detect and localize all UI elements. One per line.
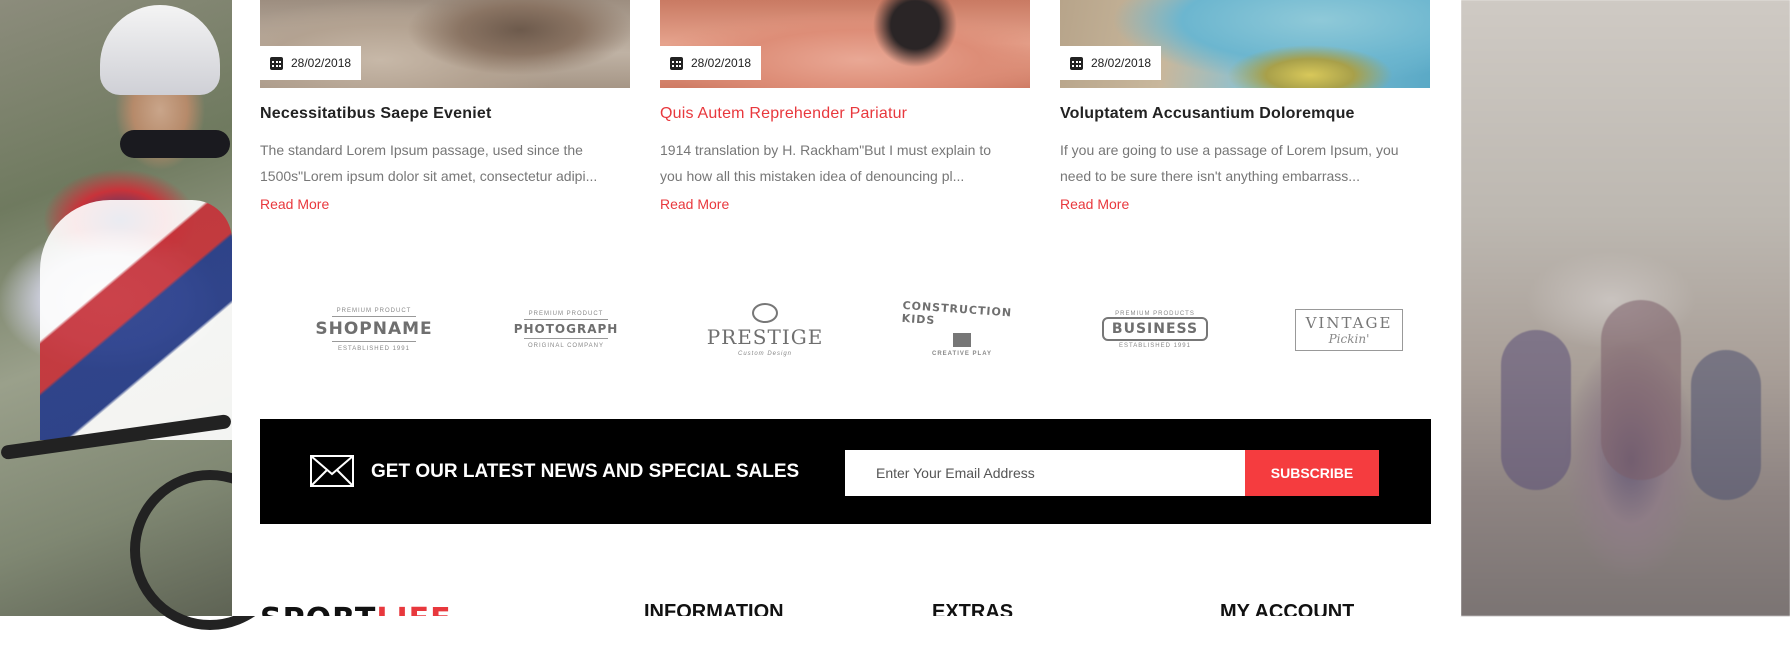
post-excerpt: The standard Lorem Ipsum passage, used s… bbox=[260, 142, 598, 184]
post-date-badge: 28/02/2018 bbox=[260, 46, 362, 80]
post-date: 28/02/2018 bbox=[291, 56, 352, 70]
footer-heading-my-account: MY ACCOUNT bbox=[1220, 601, 1355, 616]
newsletter-section: GET OUR LATEST NEWS AND SPECIAL SALES SU… bbox=[260, 419, 1431, 524]
subscribe-button[interactable]: SUBSCRIBE bbox=[1245, 450, 1379, 496]
post-title[interactable]: Quis Autem Reprehender Pariatur bbox=[660, 105, 907, 123]
content-panel: 28/02/2018 Necessitatibus Saepe Eveniet … bbox=[232, 0, 1461, 616]
box-icon bbox=[953, 333, 971, 347]
brand-logo-construction-kids[interactable]: CONSTRUCTION KIDS CREATIVE PLAY bbox=[901, 290, 1022, 370]
blog-card-image[interactable]: 28/02/2018 bbox=[660, 0, 1030, 88]
brand-logo-photograph[interactable]: PREMIUM PRODUCT PHOTOGRAPH ORIGINAL COMP… bbox=[514, 290, 618, 370]
blog-card: 28/02/2018 Quis Autem Reprehender Pariat… bbox=[660, 0, 1030, 212]
background-photo-right bbox=[1461, 0, 1790, 616]
brand-logo-shopname[interactable]: PREMIUM PRODUCT SHOPNAME ESTABLISHED 199… bbox=[315, 290, 431, 370]
background-photo-left bbox=[0, 0, 290, 630]
post-title[interactable]: Necessitatibus Saepe Eveniet bbox=[260, 105, 491, 123]
post-date-badge: 28/02/2018 bbox=[1060, 46, 1162, 80]
post-date: 28/02/2018 bbox=[691, 56, 752, 70]
crown-icon bbox=[752, 303, 778, 323]
read-more-link[interactable]: Read More bbox=[660, 196, 729, 212]
post-excerpt: 1914 translation by H. Rackham"But I mus… bbox=[660, 142, 992, 184]
calendar-icon bbox=[270, 56, 283, 70]
read-more-link[interactable]: Read More bbox=[1060, 196, 1129, 212]
newsletter-title: GET OUR LATEST NEWS AND SPECIAL SALES bbox=[371, 461, 800, 482]
footer-heading-information: INFORMATION bbox=[644, 601, 784, 616]
post-date-badge: 28/02/2018 bbox=[660, 46, 762, 80]
email-field[interactable] bbox=[845, 450, 1245, 496]
brand-logos: PREMIUM PRODUCT SHOPNAME ESTABLISHED 199… bbox=[232, 290, 1461, 370]
brand-logo-business[interactable]: PREMIUM PRODUCTS BUSINESS ESTABLISHED 19… bbox=[1100, 290, 1210, 370]
blog-card: 28/02/2018 Necessitatibus Saepe Eveniet … bbox=[260, 0, 630, 212]
calendar-icon bbox=[1070, 56, 1083, 70]
post-date: 28/02/2018 bbox=[1091, 56, 1152, 70]
post-title[interactable]: Voluptatem Accusantium Doloremque bbox=[1060, 105, 1355, 123]
post-excerpt: If you are going to use a passage of Lor… bbox=[1060, 142, 1399, 184]
read-more-link[interactable]: Read More bbox=[260, 196, 329, 212]
blog-card-image[interactable]: 28/02/2018 bbox=[260, 0, 630, 88]
footer-logo[interactable]: SPORTLIFE bbox=[260, 604, 504, 616]
calendar-icon bbox=[670, 56, 683, 70]
brand-logo-prestige[interactable]: PRESTIGE Custom Design bbox=[707, 290, 822, 370]
blog-card-image[interactable]: 28/02/2018 bbox=[1060, 0, 1430, 88]
blog-card: 28/02/2018 Voluptatem Accusantium Dolore… bbox=[1060, 0, 1430, 212]
envelope-icon bbox=[310, 455, 354, 487]
footer-heading-extras: EXTRAS bbox=[932, 601, 1014, 616]
brand-logo-vintage[interactable]: VINTAGE Pickin' bbox=[1294, 290, 1404, 370]
